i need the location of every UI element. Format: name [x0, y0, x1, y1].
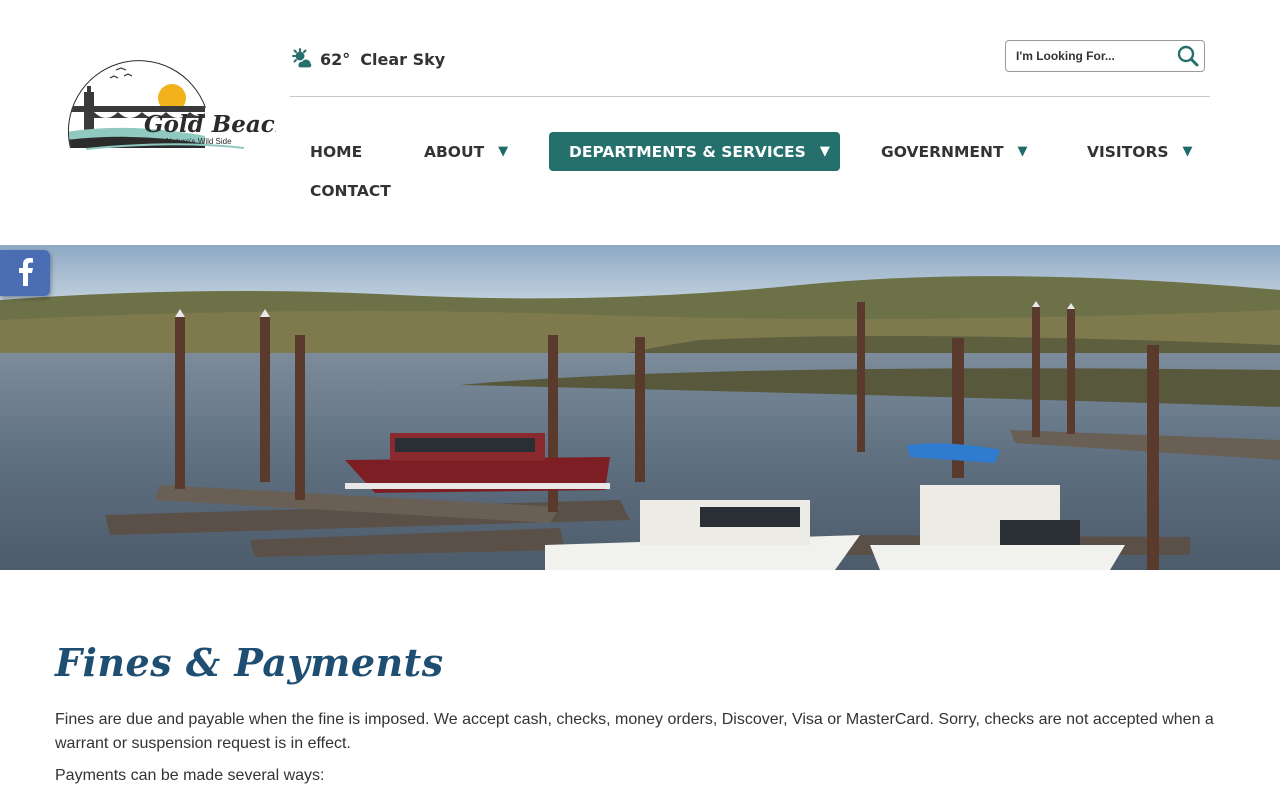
nav-item-contact[interactable]: CONTACT	[310, 171, 391, 210]
nav-item-label: DEPARTMENTS & SERVICES	[569, 142, 806, 161]
nav-item-label: VISITORS	[1087, 142, 1169, 161]
caret-down-icon: ▼	[1017, 144, 1028, 159]
logo-name: Gold Beach	[144, 111, 276, 138]
weather-temperature: 62°	[320, 49, 351, 69]
weather-condition: Clear Sky	[360, 49, 446, 69]
payment-ways-paragraph: Payments can be made several ways:	[55, 767, 325, 784]
search-icon[interactable]	[1176, 44, 1200, 68]
facebook-button[interactable]	[0, 250, 50, 296]
header-divider	[290, 96, 1210, 97]
facebook-icon	[14, 256, 36, 291]
caret-down-icon: ▼	[819, 144, 830, 159]
nav-item-government[interactable]: GOVERNMENT ▼	[881, 132, 1028, 171]
hero-banner-image	[0, 245, 1280, 570]
gold-beach-logo-graphic: Gold Beach Nature's Wild Side	[68, 60, 292, 150]
site-logo[interactable]: Gold Beach Nature's Wild Side	[66, 48, 292, 158]
weather-widget: 62° Clear Sky	[290, 46, 445, 72]
nav-item-label: CONTACT	[310, 181, 391, 200]
caret-down-icon: ▼	[1182, 144, 1193, 159]
nav-item-departments-services[interactable]: DEPARTMENTS & SERVICES ▼	[549, 132, 840, 171]
nav-item-label: HOME	[310, 142, 363, 161]
search-input[interactable]	[1006, 42, 1166, 70]
page-title: Fines & Payments	[55, 640, 444, 685]
caret-down-icon: ▼	[498, 144, 509, 159]
nav-item-label: GOVERNMENT	[881, 142, 1004, 161]
nav-item-about[interactable]: ABOUT ▼	[424, 132, 508, 171]
partly-sunny-icon	[290, 47, 314, 71]
nav-item-visitors[interactable]: VISITORS ▼	[1087, 132, 1193, 171]
intro-paragraph: Fines are due and payable when the fine …	[55, 711, 1214, 752]
search-box	[1005, 40, 1205, 72]
nav-item-label: ABOUT	[424, 142, 485, 161]
nav-item-home[interactable]: HOME	[310, 132, 362, 171]
